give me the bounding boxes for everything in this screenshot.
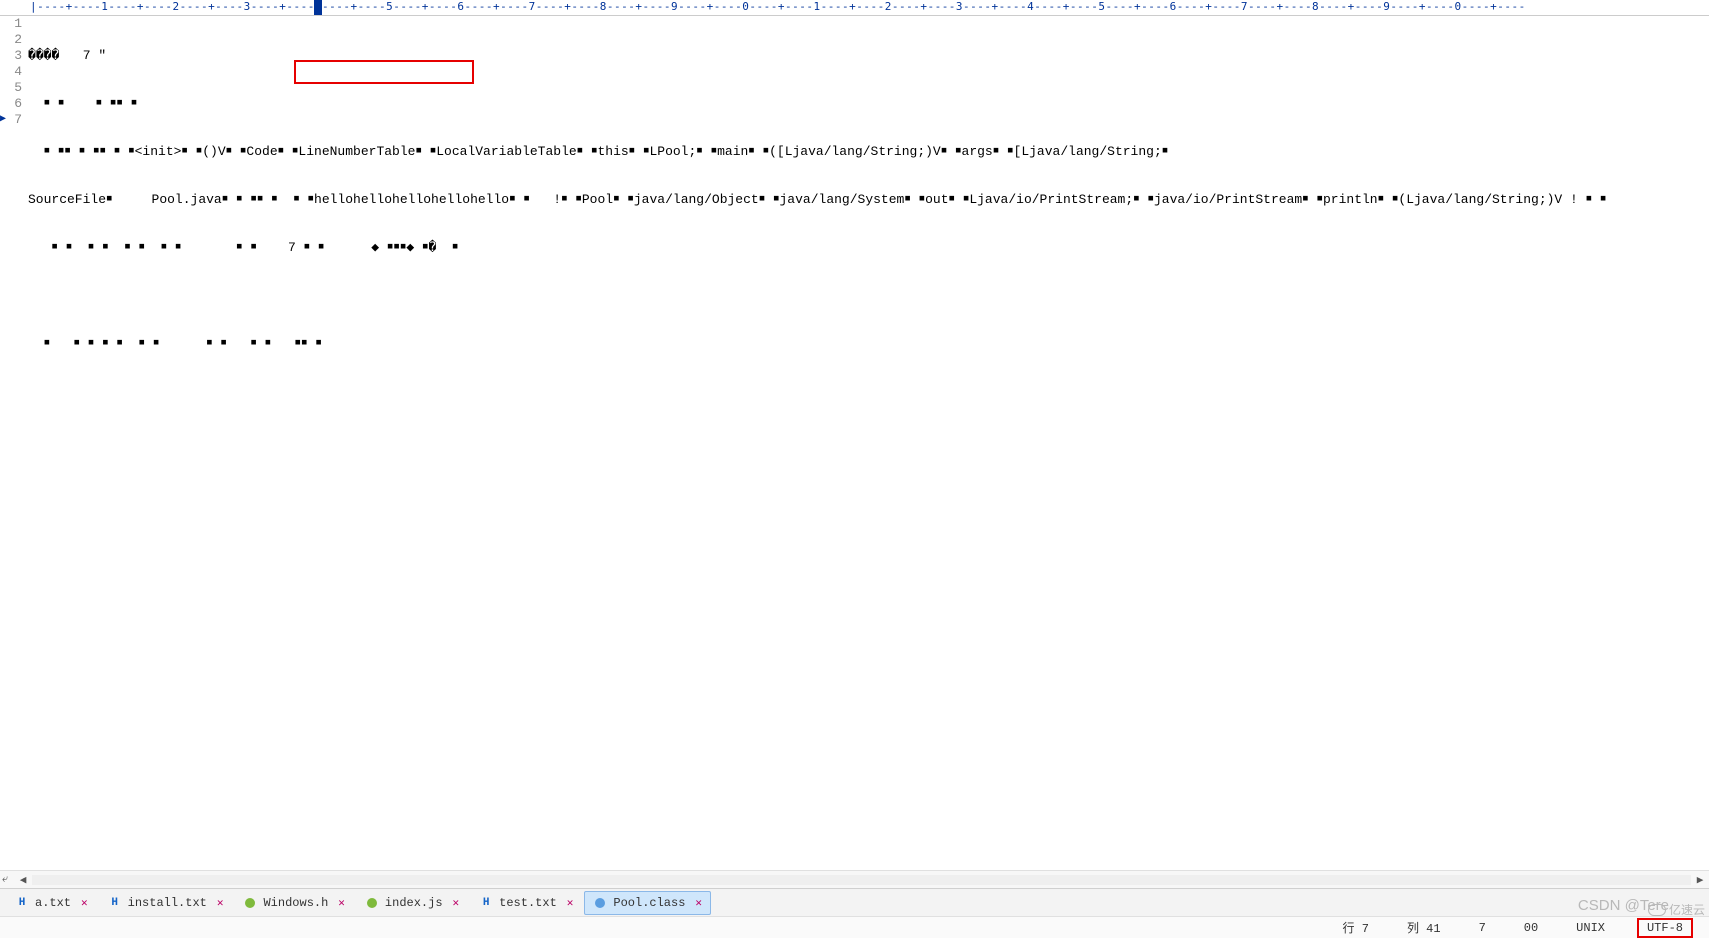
line-number: 5 [0,80,22,96]
close-icon[interactable]: ✕ [563,896,574,910]
tab-label: test.txt [499,896,557,910]
ruler-cursor-marker [314,0,322,16]
status-col-label: 列 [1407,922,1419,936]
status-char-code: 00 [1518,921,1544,935]
file-tab-a-txt[interactable]: H a.txt ✕ [6,891,97,915]
text-file-icon: H [15,896,29,910]
status-bar: 行 7 列 41 7 00 UNIX UTF-8 [0,916,1709,938]
tab-label: a.txt [35,896,71,910]
status-line-ending[interactable]: UNIX [1570,921,1611,935]
code-line: SourceFile￭ Pool.java￭ ￭ ￭￭ ￭ ￭ ￭hellohe… [28,192,1709,208]
code-line: ￭ ￭ ￭ ￭￭ ￭ [28,96,1709,112]
text-file-icon: H [108,896,122,910]
code-line: ￭ ￭￭ ￭ ￭￭ ￭ ￭<init>￭ ￭()V￭ ￭Code￭ ￭LineN… [28,144,1709,160]
file-tab-test-txt[interactable]: H test.txt ✕ [470,891,582,915]
line-number: 6 [0,96,22,112]
ruler-text: |----+----1----+----2----+----3----+----… [30,0,1526,13]
annotation-highlight-box [294,60,474,84]
file-tab-index-js[interactable]: index.js ✕ [356,891,468,915]
status-encoding[interactable]: UTF-8 [1637,918,1693,938]
close-icon[interactable]: ✕ [691,896,702,910]
text-file-icon: H [479,896,493,910]
scroll-right-button[interactable]: ▶ [1691,871,1709,889]
editor-content[interactable]: ���� 7 " ￭ ￭ ￭ ￭￭ ￭ ￭ ￭￭ ￭ ￭￭ ￭ ￭<init>￭… [28,16,1709,870]
status-row-label: 行 [1343,922,1355,936]
file-tab-pool-class[interactable]: Pool.class ✕ [584,891,711,915]
line-number: 2 [0,32,22,48]
file-tab-windows-h[interactable]: Windows.h ✕ [234,891,353,915]
line-number: 4 [0,64,22,80]
close-icon[interactable]: ✕ [334,896,345,910]
close-icon[interactable]: ✕ [213,896,224,910]
status-col: 列 41 [1401,919,1447,936]
code-line: ￭ ￭ ￭ ￭ ￭ ￭ ￭ ￭ ￭ ￭ 7 ￭ ￭ ◆ ￭￭￭◆ ￭� ￭ [28,240,1709,256]
status-row: 行 7 [1337,919,1375,936]
line-number: 1 [0,16,22,32]
file-tab-install-txt[interactable]: H install.txt ✕ [99,891,233,915]
current-line-marker-icon: ▶ [0,112,6,128]
scroll-left-button[interactable]: ◀ [14,871,32,889]
close-icon[interactable]: ✕ [77,896,88,910]
tab-label: Windows.h [263,896,328,910]
editor-area: 1 2 3 4 5 6 7 ▶ ���� 7 " ￭ ￭ ￭ ￭￭ ￭ ￭ ￭￭… [0,16,1709,870]
status-col-value: 41 [1426,922,1440,936]
header-file-icon [243,896,257,910]
class-file-icon [593,896,607,910]
column-ruler: |----+----1----+----2----+----3----+----… [0,0,1709,16]
line-number-gutter: 1 2 3 4 5 6 7 ▶ [0,16,28,870]
code-line [28,288,1709,304]
horizontal-scrollbar[interactable] [32,875,1691,885]
status-row-value: 7 [1362,922,1369,936]
code-line: ￭ ￭ ￭ ￭ ￭ ￭ ￭ ￭ ￭ ￭ ￭ ￭￭ ￭ [28,336,1709,352]
file-tab-bar: H a.txt ✕ H install.txt ✕ Windows.h ✕ in… [0,888,1709,916]
tab-label: install.txt [128,896,207,910]
line-wrap-toggle-icon[interactable]: ⤶ [0,874,14,886]
code-line: ���� 7 " [28,48,1709,64]
close-icon[interactable]: ✕ [449,896,460,910]
status-selection-length: 7 [1473,921,1492,935]
tab-label: index.js [385,896,443,910]
tab-label: Pool.class [613,896,685,910]
line-number: 3 [0,48,22,64]
js-file-icon [365,896,379,910]
horizontal-scroll-row: ⤶ ◀ ▶ [0,870,1709,888]
